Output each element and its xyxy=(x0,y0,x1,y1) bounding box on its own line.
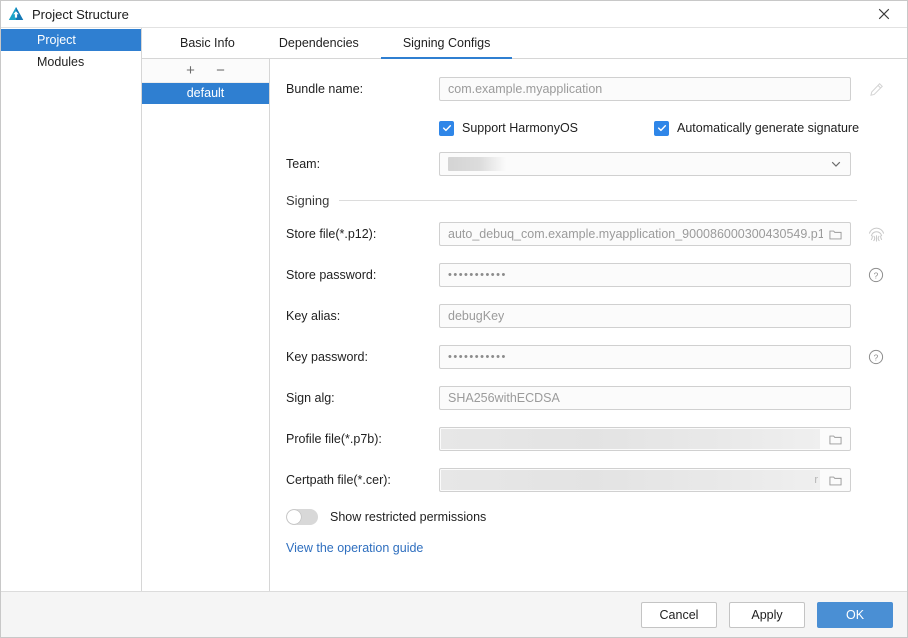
tab-content: + − default Bundle name: com.example.mya… xyxy=(142,59,907,591)
signing-config-list: + − default xyxy=(142,59,270,591)
dialog-body: Project Modules Basic Info Dependencies … xyxy=(1,28,907,591)
signing-group-title: Signing xyxy=(286,193,330,208)
folder-icon[interactable] xyxy=(823,228,842,241)
close-icon[interactable] xyxy=(861,1,907,27)
fingerprint-icon[interactable] xyxy=(861,225,891,244)
ok-button[interactable]: OK xyxy=(817,601,893,628)
key-alias-row: Key alias: debugKey xyxy=(270,304,907,328)
checkbox-label: Automatically generate signature xyxy=(677,121,860,135)
tab-signing-configs[interactable]: Signing Configs xyxy=(380,28,513,59)
tab-label: Basic Info xyxy=(180,36,235,50)
store-file-value: auto_debuq_com.example.myapplication_900… xyxy=(448,227,823,241)
chevron-down-icon xyxy=(830,158,842,170)
profile-file-row: Profile file(*.p7b): xyxy=(270,427,907,451)
bundle-name-input[interactable]: com.example.myapplication xyxy=(439,77,851,101)
bundle-name-label: Bundle name: xyxy=(286,82,364,96)
signature-options-row: Support HarmonyOS Automatically generate… xyxy=(270,118,907,138)
checkbox-label: Support HarmonyOS xyxy=(462,121,579,135)
key-alias-label: Key alias: xyxy=(286,309,341,323)
group-divider xyxy=(339,200,857,201)
sign-alg-value: SHA256withECDSA xyxy=(448,391,560,405)
show-restricted-permissions-label: Show restricted permissions xyxy=(330,510,487,524)
team-redacted-value xyxy=(448,157,506,171)
store-file-label: Store file(*.p12): xyxy=(286,227,377,241)
svg-text:?: ? xyxy=(874,270,879,280)
tab-label: Dependencies xyxy=(278,36,359,50)
store-password-label: Store password: xyxy=(286,268,377,282)
add-config-button[interactable]: + xyxy=(183,63,199,79)
certpath-file-label: Certpath file(*.cer): xyxy=(286,473,391,487)
sidebar-item-label: Modules xyxy=(37,55,85,69)
title-bar: Project Structure xyxy=(1,1,907,28)
certpath-file-trailing-text: r xyxy=(814,474,818,486)
checkbox-checked-icon xyxy=(439,120,454,136)
bundle-name-value: com.example.myapplication xyxy=(448,82,603,96)
svg-text:?: ? xyxy=(874,352,879,362)
config-name-label: default xyxy=(186,86,225,100)
pencil-icon[interactable] xyxy=(861,82,891,97)
store-file-row: Store file(*.p12): auto_debuq_com.exampl… xyxy=(270,222,907,246)
key-password-value: ••••••••••• xyxy=(448,351,507,363)
sidebar-item-modules[interactable]: Modules xyxy=(1,51,141,73)
auto-generate-signature-checkbox[interactable]: Automatically generate signature xyxy=(654,120,860,136)
team-select[interactable] xyxy=(439,152,851,176)
operation-guide-row: View the operation guide xyxy=(270,541,907,555)
show-restricted-permissions-toggle[interactable] xyxy=(286,509,318,525)
team-label: Team: xyxy=(286,157,321,171)
help-circle-icon[interactable]: ? xyxy=(861,349,891,365)
config-list-toolbar: + − xyxy=(142,59,269,83)
key-password-row: Key password: ••••••••••• ? xyxy=(270,345,907,369)
key-password-input[interactable]: ••••••••••• xyxy=(439,345,851,369)
key-alias-input[interactable]: debugKey xyxy=(439,304,851,328)
team-row: Team: xyxy=(270,152,907,176)
tab-dependencies[interactable]: Dependencies xyxy=(257,28,381,58)
signing-config-form: Bundle name: com.example.myapplication S… xyxy=(270,59,907,591)
certpath-file-redacted-value xyxy=(441,470,820,490)
folder-icon[interactable] xyxy=(823,474,842,487)
tab-basic-info[interactable]: Basic Info xyxy=(158,28,257,58)
sign-alg-input[interactable]: SHA256withECDSA xyxy=(439,386,851,410)
store-password-row: Store password: ••••••••••• ? xyxy=(270,263,907,287)
cancel-button[interactable]: Cancel xyxy=(641,601,717,628)
bundle-name-row: Bundle name: com.example.myapplication xyxy=(270,77,907,101)
window-title: Project Structure xyxy=(32,6,129,22)
operation-guide-link[interactable]: View the operation guide xyxy=(286,541,423,555)
certpath-file-row: Certpath file(*.cer): r xyxy=(270,468,907,492)
tab-bar: Basic Info Dependencies Signing Configs xyxy=(142,28,907,59)
certpath-file-input[interactable]: r xyxy=(439,468,851,492)
sign-alg-label: Sign alg: xyxy=(286,391,335,405)
signing-group-header: Signing xyxy=(270,193,907,208)
show-restricted-permissions-row: Show restricted permissions xyxy=(270,509,907,525)
profile-file-input[interactable] xyxy=(439,427,851,451)
help-circle-icon[interactable]: ? xyxy=(861,267,891,283)
folder-icon[interactable] xyxy=(823,433,842,446)
huawei-devsuite-logo-icon xyxy=(7,5,25,23)
left-navigation: Project Modules xyxy=(1,28,142,591)
sidebar-item-project[interactable]: Project xyxy=(1,29,141,51)
toggle-knob xyxy=(287,510,301,524)
project-structure-dialog: Project Structure Project Modules Basic … xyxy=(0,0,908,638)
right-pane: Basic Info Dependencies Signing Configs … xyxy=(142,28,907,591)
tab-label: Signing Configs xyxy=(402,36,491,50)
key-alias-value: debugKey xyxy=(448,309,505,323)
store-password-input[interactable]: ••••••••••• xyxy=(439,263,851,287)
apply-button[interactable]: Apply xyxy=(729,601,805,628)
sidebar-item-label: Project xyxy=(37,33,76,47)
profile-file-redacted-value xyxy=(441,429,820,449)
support-harmonyos-checkbox[interactable]: Support HarmonyOS xyxy=(439,120,654,136)
profile-file-label: Profile file(*.p7b): xyxy=(286,432,382,446)
store-file-input[interactable]: auto_debuq_com.example.myapplication_900… xyxy=(439,222,851,246)
sign-alg-row: Sign alg: SHA256withECDSA xyxy=(270,386,907,410)
checkbox-checked-icon xyxy=(654,120,669,136)
dialog-footer: Cancel Apply OK xyxy=(1,591,907,637)
key-password-label: Key password: xyxy=(286,350,368,364)
remove-config-button[interactable]: − xyxy=(213,63,229,79)
store-password-value: ••••••••••• xyxy=(448,269,507,281)
list-item[interactable]: default xyxy=(142,83,269,104)
